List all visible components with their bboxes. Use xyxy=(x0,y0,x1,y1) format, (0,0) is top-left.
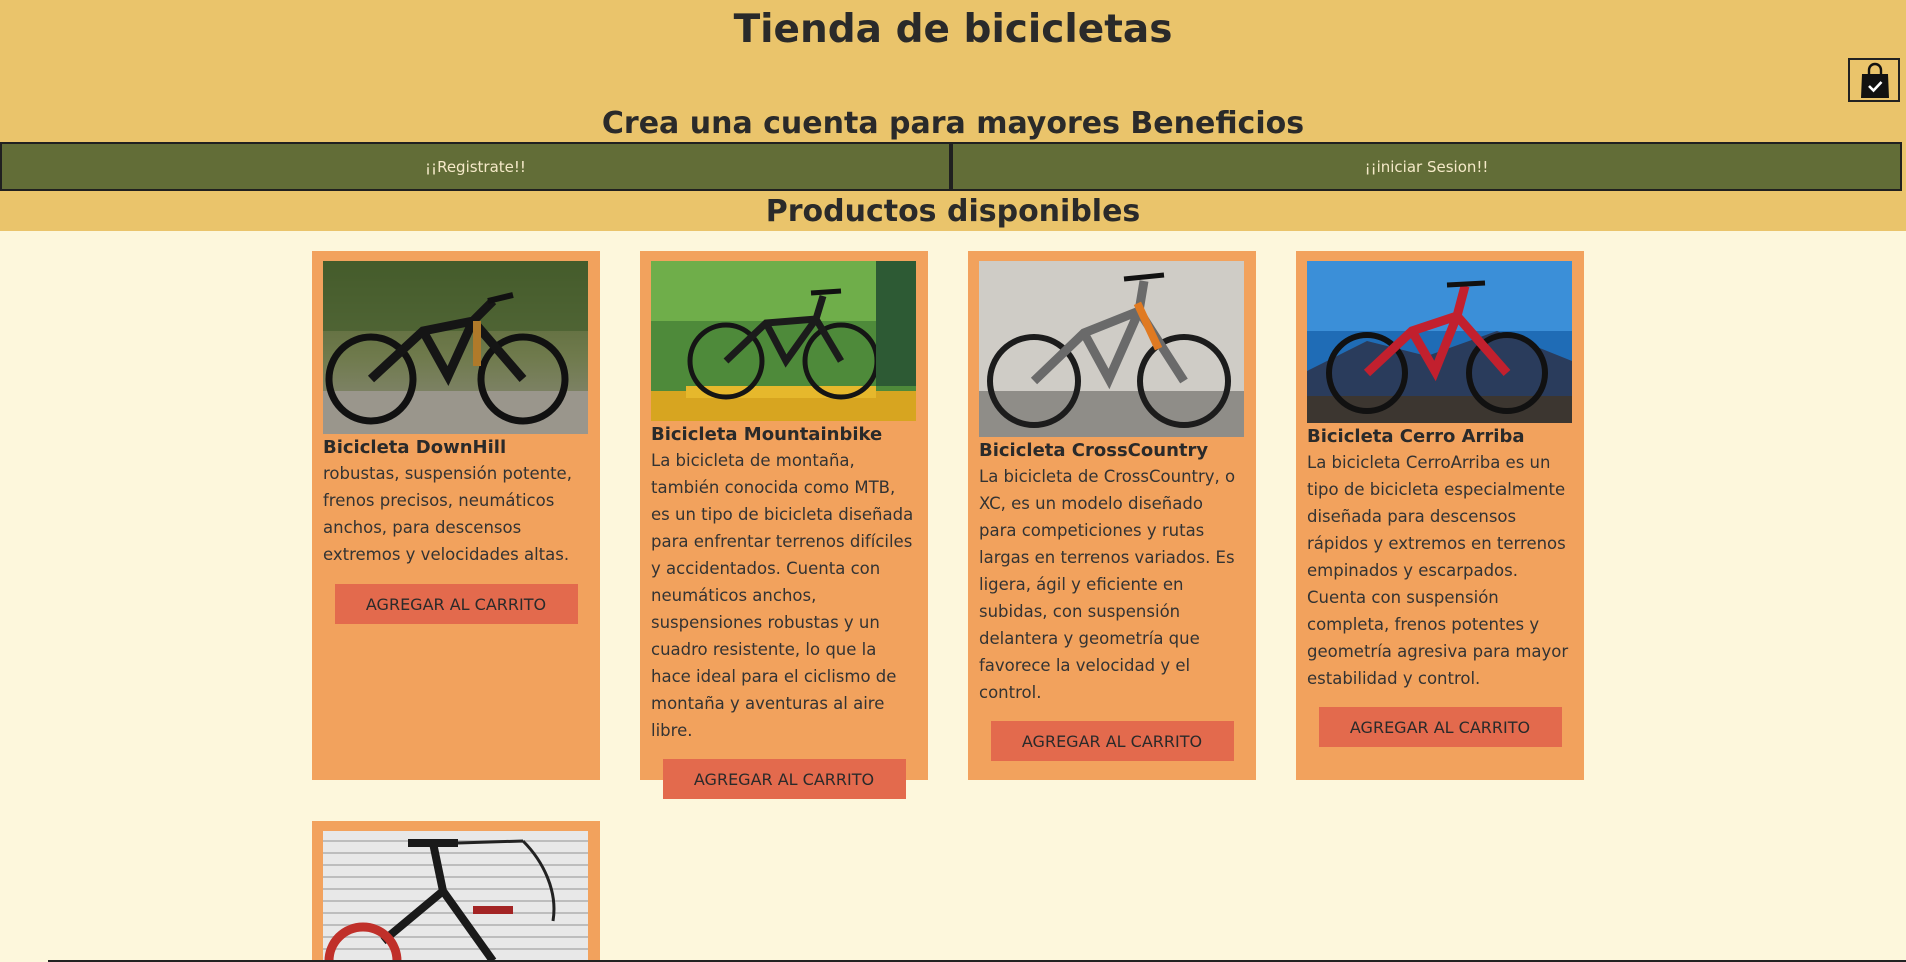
product-name: Bicicleta CrossCountry xyxy=(979,440,1209,461)
product-image-mountainbike xyxy=(651,261,916,421)
product-image-cerro-arriba xyxy=(1307,261,1572,423)
product-image-bmx xyxy=(323,831,588,962)
add-to-cart-button[interactable]: AGREGAR AL CARRITO xyxy=(1318,707,1562,747)
register-button[interactable]: ¡¡Registrate!! xyxy=(0,142,951,191)
product-card-crosscountry: Bicicleta CrossCountry La bicicleta de C… xyxy=(968,251,1256,780)
product-name: Bicicleta DownHill xyxy=(323,437,507,458)
product-description: La bicicleta de montaña, también conocid… xyxy=(651,451,914,740)
product-card-cerro-arriba: Bicicleta Cerro Arriba La bicicleta Cerr… xyxy=(1296,251,1584,780)
products-heading: Productos disponibles xyxy=(765,194,1141,229)
product-name: Bicicleta Cerro Arriba xyxy=(1307,426,1525,447)
login-button[interactable]: ¡¡iniciar Sesion!! xyxy=(951,142,1902,191)
promo-heading: Crea una cuenta para mayores Beneficios xyxy=(601,106,1305,141)
cart-button[interactable] xyxy=(1848,58,1900,102)
store-title: Tienda de bicicletas xyxy=(733,7,1173,52)
shopping-bag-check-icon xyxy=(1861,62,1889,98)
product-card-mountainbike: Bicicleta Mountainbike La bicicleta de m… xyxy=(640,251,928,799)
site-header: Tienda de bicicletas Crea una cuenta par… xyxy=(0,0,1906,231)
product-description: robustas, suspensión potente, frenos pre… xyxy=(323,464,572,564)
product-description: La bicicleta CerroArriba es un tipo de b… xyxy=(1307,453,1569,688)
product-image-crosscountry xyxy=(979,261,1244,437)
add-to-cart-button[interactable]: AGREGAR AL CARRITO xyxy=(990,721,1234,761)
add-to-cart-button[interactable]: AGREGAR AL CARRITO xyxy=(334,584,578,624)
product-name: Bicicleta Mountainbike xyxy=(651,424,883,445)
product-card-downhill: Bicicleta DownHill robustas, suspensión … xyxy=(312,251,600,780)
add-to-cart-button[interactable]: AGREGAR AL CARRITO xyxy=(662,759,906,799)
product-card-bmx xyxy=(312,821,600,962)
product-description: La bicicleta de CrossCountry, o XC, es u… xyxy=(979,467,1236,702)
product-image-downhill xyxy=(323,261,588,434)
